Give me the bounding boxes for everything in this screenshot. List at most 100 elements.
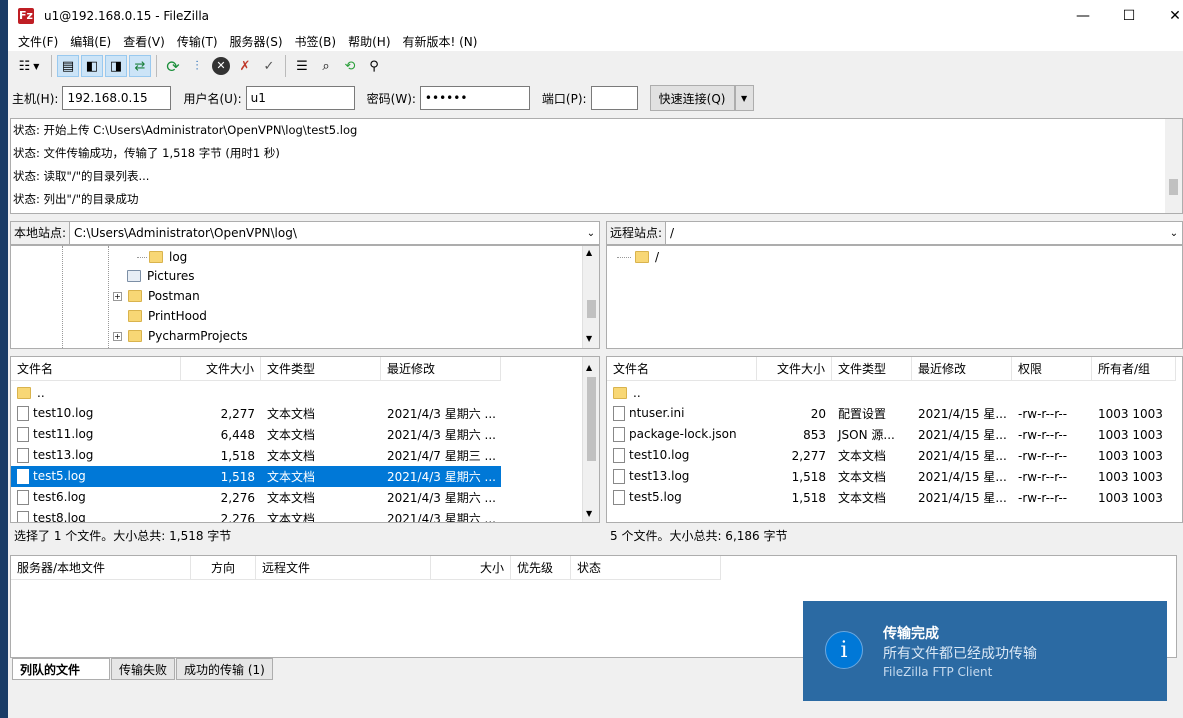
- queue-col-local[interactable]: 服务器/本地文件: [11, 556, 191, 580]
- minimize-button[interactable]: —: [1060, 0, 1106, 31]
- column-header-size[interactable]: 文件大小: [757, 357, 832, 381]
- host-input[interactable]: [62, 86, 172, 110]
- tab-failed-transfers[interactable]: 传输失败: [111, 658, 176, 680]
- file-row[interactable]: ..: [607, 382, 757, 403]
- tree-item-label: Pictures: [147, 269, 195, 283]
- column-header-filename[interactable]: 文件名: [607, 357, 757, 381]
- port-input[interactable]: [590, 86, 638, 110]
- file-row[interactable]: ntuser.ini 20 配置设置 2021/4/15 星... -rw-r-…: [607, 403, 1176, 424]
- tree-item-root[interactable]: /: [617, 247, 659, 267]
- toggle-remote-tree-icon[interactable]: ◨: [105, 55, 127, 77]
- log-line: 状态: 开始上传 C:\Users\Administrator\OpenVPN\…: [13, 123, 358, 137]
- folder-icon: [613, 387, 627, 399]
- file-row-selected[interactable]: test5.log 1,518 文本文档 2021/4/3 星期六 ...: [11, 465, 502, 488]
- file-row[interactable]: test13.log 1,518 文本文档 2021/4/7 星期三 ...: [11, 445, 501, 466]
- column-header-modified[interactable]: 最近修改: [381, 357, 501, 381]
- tree-item-postman[interactable]: + Postman: [113, 286, 200, 306]
- filter-icon[interactable]: ☰: [291, 55, 313, 77]
- chevron-down-icon[interactable]: ⌄: [1166, 228, 1182, 239]
- menu-server[interactable]: 服务器(S): [224, 33, 289, 50]
- local-tree-scrollbar[interactable]: ▲ ▼: [582, 246, 599, 348]
- password-label: 密码(W):: [366, 91, 416, 106]
- menu-file[interactable]: 文件(F): [12, 33, 64, 50]
- file-row[interactable]: test8.log 2,276 文本文档 2021/4/3 星期六 ...: [11, 508, 501, 522]
- column-header-modified[interactable]: 最近修改: [912, 357, 1012, 381]
- tree-item-label: PrintHood: [148, 309, 207, 323]
- menu-edit[interactable]: 编辑(E): [64, 33, 117, 50]
- toggle-queue-icon[interactable]: ⇄: [129, 55, 151, 77]
- cancel-icon[interactable]: ✕: [210, 55, 232, 77]
- file-row[interactable]: test10.log 2,277 文本文档 2021/4/15 星... -rw…: [607, 445, 1176, 466]
- transfer-complete-notification[interactable]: i 传输完成 所有文件都已经成功传输 FileZilla FTP Client: [803, 601, 1167, 701]
- file-row[interactable]: test11.log 6,448 文本文档 2021/4/3 星期六 ...: [11, 424, 501, 445]
- column-header-permissions[interactable]: 权限: [1012, 357, 1092, 381]
- password-input[interactable]: [419, 86, 530, 110]
- local-list-header: 文件名 文件大小 文件类型 最近修改: [11, 357, 501, 381]
- tree-item-pycharmprojects[interactable]: + PycharmProjects: [113, 326, 248, 346]
- log-line: 状态: 读取"/"的目录列表...: [13, 169, 150, 183]
- expand-icon[interactable]: +: [113, 291, 122, 301]
- log-scrollbar[interactable]: [1165, 119, 1182, 213]
- site-manager-icon[interactable]: ☷ ▼: [12, 55, 46, 77]
- username-input[interactable]: [245, 86, 355, 110]
- toggle-local-tree-icon[interactable]: ◧: [81, 55, 103, 77]
- user-label: 用户名(U):: [183, 91, 242, 106]
- folder-icon: [128, 310, 142, 322]
- search-icon[interactable]: ⌕: [315, 55, 337, 77]
- column-header-type[interactable]: 文件类型: [261, 357, 381, 381]
- column-header-size[interactable]: 文件大小: [181, 357, 261, 381]
- menu-new-version[interactable]: 有新版本! (N): [397, 33, 484, 50]
- toolbar-divider: [285, 55, 286, 77]
- column-header-type[interactable]: 文件类型: [832, 357, 912, 381]
- disconnect-icon[interactable]: ✗: [234, 55, 256, 77]
- log-line: 状态: 列出"/"的目录成功: [13, 192, 139, 206]
- remote-path-input[interactable]: /: [666, 226, 1166, 240]
- menu-transfer[interactable]: 传输(T): [171, 33, 224, 50]
- tree-item-log[interactable]: log: [137, 247, 187, 267]
- chevron-down-icon[interactable]: ⌄: [583, 228, 599, 239]
- message-log: 状态: 开始上传 C:\Users\Administrator\OpenVPN\…: [10, 118, 1183, 214]
- menu-view[interactable]: 查看(V): [117, 33, 171, 50]
- quickconnect-button[interactable]: 快速连接(Q): [649, 85, 735, 111]
- file-row[interactable]: package-lock.json 853 JSON 源... 2021/4/1…: [607, 424, 1176, 445]
- menu-bookmarks[interactable]: 书签(B): [289, 33, 343, 50]
- file-row[interactable]: test10.log 2,277 文本文档 2021/4/3 星期六 ...: [11, 403, 501, 424]
- expand-icon[interactable]: +: [113, 331, 122, 341]
- local-list-scrollbar[interactable]: ▲ ▼: [582, 357, 599, 522]
- column-header-owner[interactable]: 所有者/组: [1092, 357, 1176, 381]
- tree-item-pictures[interactable]: Pictures: [127, 266, 195, 286]
- local-path-input[interactable]: C:\Users\Administrator\OpenVPN\log\: [70, 226, 583, 240]
- queue-tabs: 列队的文件 传输失败 成功的传输 (1): [12, 658, 274, 680]
- folder-icon: [128, 290, 142, 302]
- text-file-icon: [613, 469, 625, 484]
- queue-col-direction[interactable]: 方向: [191, 556, 256, 580]
- queue-col-status[interactable]: 状态: [571, 556, 721, 580]
- tree-item-printhood[interactable]: PrintHood: [128, 306, 207, 326]
- menu-help[interactable]: 帮助(H): [342, 33, 396, 50]
- refresh-icon[interactable]: ⟳: [162, 55, 184, 77]
- json-file-icon: [613, 427, 625, 442]
- text-file-icon: [17, 490, 29, 505]
- file-row[interactable]: ..: [11, 382, 501, 403]
- sync-browse-icon[interactable]: ⟲: [339, 55, 361, 77]
- maximize-button[interactable]: ☐: [1106, 0, 1152, 31]
- log-line: 状态: 文件传输成功，传输了 1,518 字节 (用时1 秒): [13, 146, 280, 160]
- queue-col-size[interactable]: 大小: [431, 556, 511, 580]
- local-directory-tree: log Pictures + Postman PrintHood + Pycha…: [10, 245, 600, 349]
- queue-header: 服务器/本地文件 方向 远程文件 大小 优先级 状态: [11, 556, 721, 580]
- quickconnect-dropdown[interactable]: ▼: [734, 85, 754, 111]
- tab-successful-transfers[interactable]: 成功的传输 (1): [176, 658, 273, 680]
- file-row[interactable]: test5.log 1,518 文本文档 2021/4/15 星... -rw-…: [607, 487, 1176, 508]
- column-header-filename[interactable]: 文件名: [11, 357, 181, 381]
- toggle-log-icon[interactable]: ▤: [57, 55, 79, 77]
- process-queue-icon[interactable]: ⫶: [186, 55, 208, 77]
- queue-col-priority[interactable]: 优先级: [511, 556, 571, 580]
- reconnect-icon[interactable]: ✓: [258, 55, 280, 77]
- file-row[interactable]: test6.log 2,276 文本文档 2021/4/3 星期六 ...: [11, 487, 501, 508]
- text-file-icon: [613, 448, 625, 463]
- queue-col-remote[interactable]: 远程文件: [256, 556, 431, 580]
- close-button[interactable]: ✕: [1152, 0, 1183, 31]
- tab-queued-files[interactable]: 列队的文件: [12, 658, 110, 680]
- file-row[interactable]: test13.log 1,518 文本文档 2021/4/15 星... -rw…: [607, 466, 1176, 487]
- find-files-icon[interactable]: ⚲: [363, 55, 385, 77]
